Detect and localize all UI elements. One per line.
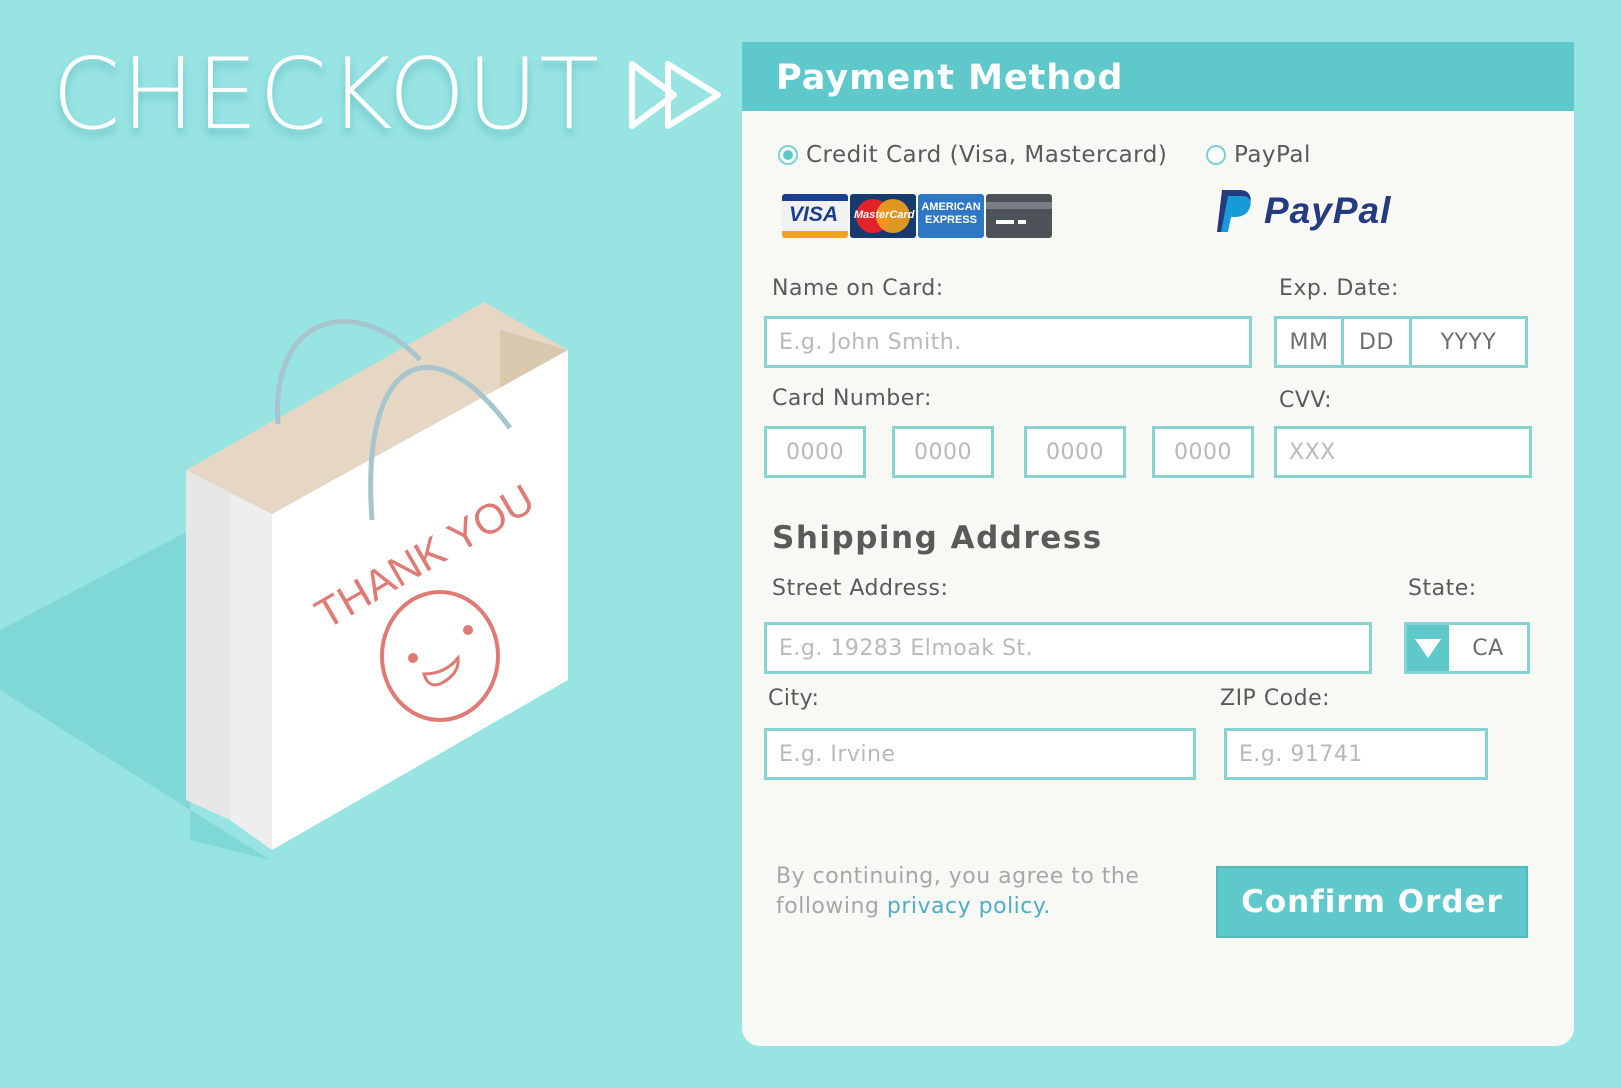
zip-code-label: ZIP Code: (1220, 686, 1331, 711)
shipping-address-title: Shipping Address (772, 520, 1103, 556)
exp-date-input: MM DD YYYY (1274, 316, 1528, 368)
paypal-label: PayPal (1234, 142, 1311, 168)
credit-card-option[interactable]: Credit Card (Visa, Mastercard) (778, 142, 1167, 168)
credit-card-label: Credit Card (Visa, Mastercard) (806, 142, 1168, 168)
policy-line-1: By continuing, you agree to the (776, 864, 1140, 889)
exp-month-input[interactable]: MM (1277, 319, 1341, 365)
payment-method-header: Payment Method (742, 42, 1574, 111)
paypal-p-icon (1217, 190, 1251, 232)
payment-panel: Payment Method Credit Card (Visa, Master… (742, 42, 1574, 1046)
city-label: City: (768, 686, 820, 711)
policy-line-2: following privacy policy. (776, 892, 1139, 922)
card-number-group-3[interactable]: 0000 (1024, 426, 1126, 478)
mastercard-logo: MasterCard (850, 194, 916, 238)
confirm-order-button[interactable]: Confirm Order (1216, 866, 1528, 938)
paypal-option[interactable]: PayPal (1206, 142, 1311, 168)
bag-side-light (230, 478, 272, 850)
privacy-policy-link[interactable]: privacy policy. (887, 894, 1051, 919)
caret-down-icon[interactable] (1407, 625, 1449, 671)
visa-logo: VISA (782, 194, 848, 238)
state-select[interactable]: CA (1404, 622, 1530, 674)
card-number-group-2[interactable]: 0000 (892, 426, 994, 478)
street-address-label: Street Address: (772, 576, 949, 601)
card-number-label: Card Number: (772, 386, 932, 411)
exp-date-label: Exp. Date: (1279, 276, 1399, 301)
credit-card-radio[interactable] (778, 145, 798, 165)
street-address-input[interactable]: E.g. 19283 Elmoak St. (764, 622, 1372, 674)
name-on-card-label: Name on Card: (772, 276, 944, 301)
card-number-group-4[interactable]: 0000 (1152, 426, 1254, 478)
credit-card-logos: VISA MasterCard AMERICAN EXPRESS (782, 194, 1052, 238)
zip-code-input[interactable]: E.g. 91741 (1224, 728, 1488, 780)
policy-line-2-text: following (776, 894, 880, 919)
card-number-group-1[interactable]: 0000 (764, 426, 866, 478)
state-value: CA (1472, 635, 1504, 661)
page-title: CHECKOUT (52, 38, 601, 152)
generic-card-icon (986, 194, 1052, 238)
state-label: State: (1408, 576, 1477, 601)
fast-forward-icon (629, 61, 722, 129)
paypal-logo: PayPal (1214, 188, 1391, 234)
name-on-card-input[interactable]: E.g. John Smith. (764, 316, 1252, 368)
city-input[interactable]: E.g. Irvine (764, 728, 1196, 780)
cvv-input[interactable]: XXX (1274, 426, 1532, 478)
cvv-label: CVV: (1279, 388, 1333, 413)
checkout-title: CHECKOUT (52, 38, 724, 152)
shopping-bag-illustration: THANK YOU (0, 302, 568, 860)
american-express-logo: AMERICAN EXPRESS (918, 194, 984, 238)
paypal-radio[interactable] (1206, 145, 1226, 165)
policy-text: By continuing, you agree to the followin… (776, 862, 1139, 922)
exp-year-input[interactable]: YYYY (1409, 319, 1525, 365)
exp-day-input[interactable]: DD (1341, 319, 1409, 365)
